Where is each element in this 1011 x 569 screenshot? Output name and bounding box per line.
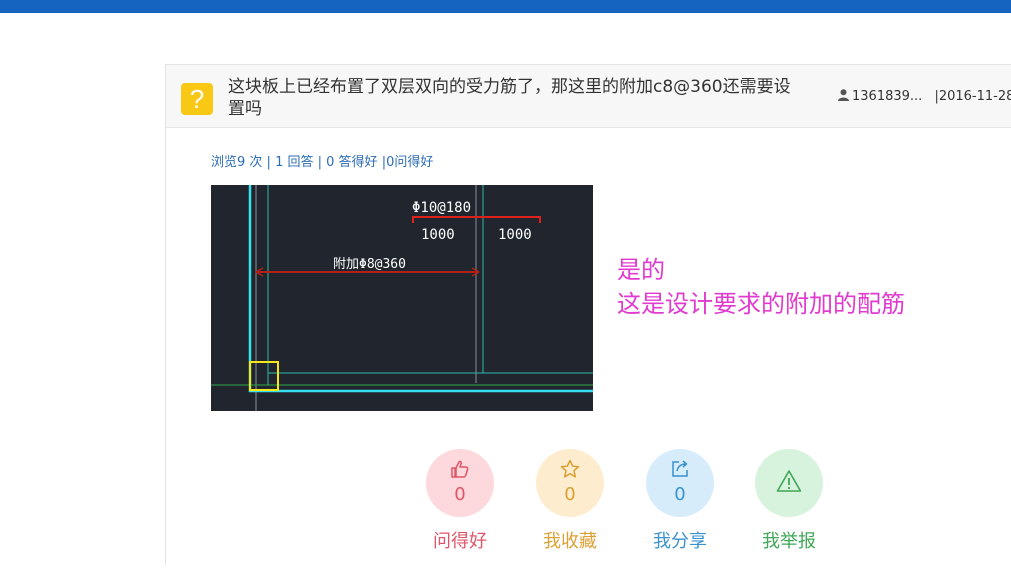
question-user[interactable]: 1361839... [852, 89, 922, 104]
cad-extra-label: 附加Φ8@360 [333, 257, 406, 272]
cad-dim-right: 1000 [498, 227, 532, 243]
answer-line-2: 这是设计要求的附加的配筋 [617, 290, 905, 318]
question-stats: 浏览9 次 | 1 回答 | 0 答得好 |0问得好 [211, 151, 433, 170]
top-nav-bar [0, 0, 1011, 13]
share-count: 0 [674, 484, 686, 505]
report-button[interactable]: 我举报 [755, 449, 823, 553]
answers-count: 1 回答 [275, 155, 314, 170]
good-questions-count: 0问得好 [386, 155, 434, 170]
cad-dim-left: 1000 [421, 227, 455, 243]
stats-separator: | [317, 155, 323, 170]
answer-text: 是的 这是设计要求的附加的配筋 [617, 253, 905, 321]
cad-drawing-image[interactable]: Φ10@180 1000 1000 附加Φ8@360 [211, 185, 593, 411]
share-button[interactable]: 0 我分享 [646, 449, 714, 553]
share-icon [672, 460, 688, 477]
views-count: 浏览9 次 [211, 155, 263, 170]
answer-line-1: 是的 [617, 256, 665, 284]
good-question-button[interactable]: 0 问得好 [426, 449, 494, 553]
favorite-label[interactable]: 我收藏 [526, 527, 614, 553]
share-label[interactable]: 我分享 [636, 527, 724, 553]
good-question-label[interactable]: 问得好 [416, 527, 504, 553]
good-answers-count: 0 答得好 [326, 155, 378, 170]
stats-separator: | [266, 155, 271, 170]
favorite-count: 0 [564, 484, 576, 505]
good-question-circle[interactable]: 0 [426, 449, 494, 517]
question-header: ? 这块板上已经布置了双层双向的受力筋了，那这里的附加c8@360还需要设置吗 … [166, 65, 1011, 128]
user-icon [838, 89, 849, 101]
question-meta: 1361839... |2016-11-28 [838, 89, 1011, 104]
good-question-count: 0 [454, 484, 466, 505]
share-circle[interactable]: 0 [646, 449, 714, 517]
cad-top-label: Φ10@180 [412, 200, 471, 216]
favorite-circle[interactable]: 0 [536, 449, 604, 517]
action-buttons: 0 问得好 0 我收藏 0 我分享 我举报 [426, 449, 826, 569]
warning-icon [776, 470, 802, 492]
question-mark-icon: ? [181, 83, 213, 115]
report-circle[interactable] [755, 449, 823, 517]
report-label[interactable]: 我举报 [745, 527, 833, 553]
question-title: 这块板上已经布置了双层双向的受力筋了，那这里的附加c8@360还需要设置吗 [228, 77, 791, 119]
question-date: 2016-11-28 [938, 89, 1011, 104]
thumbs-up-icon [451, 460, 469, 478]
question-card: ? 这块板上已经布置了双层双向的受力筋了，那这里的附加c8@360还需要设置吗 … [165, 64, 1011, 565]
favorite-button[interactable]: 0 我收藏 [536, 449, 604, 553]
star-icon [560, 459, 580, 478]
